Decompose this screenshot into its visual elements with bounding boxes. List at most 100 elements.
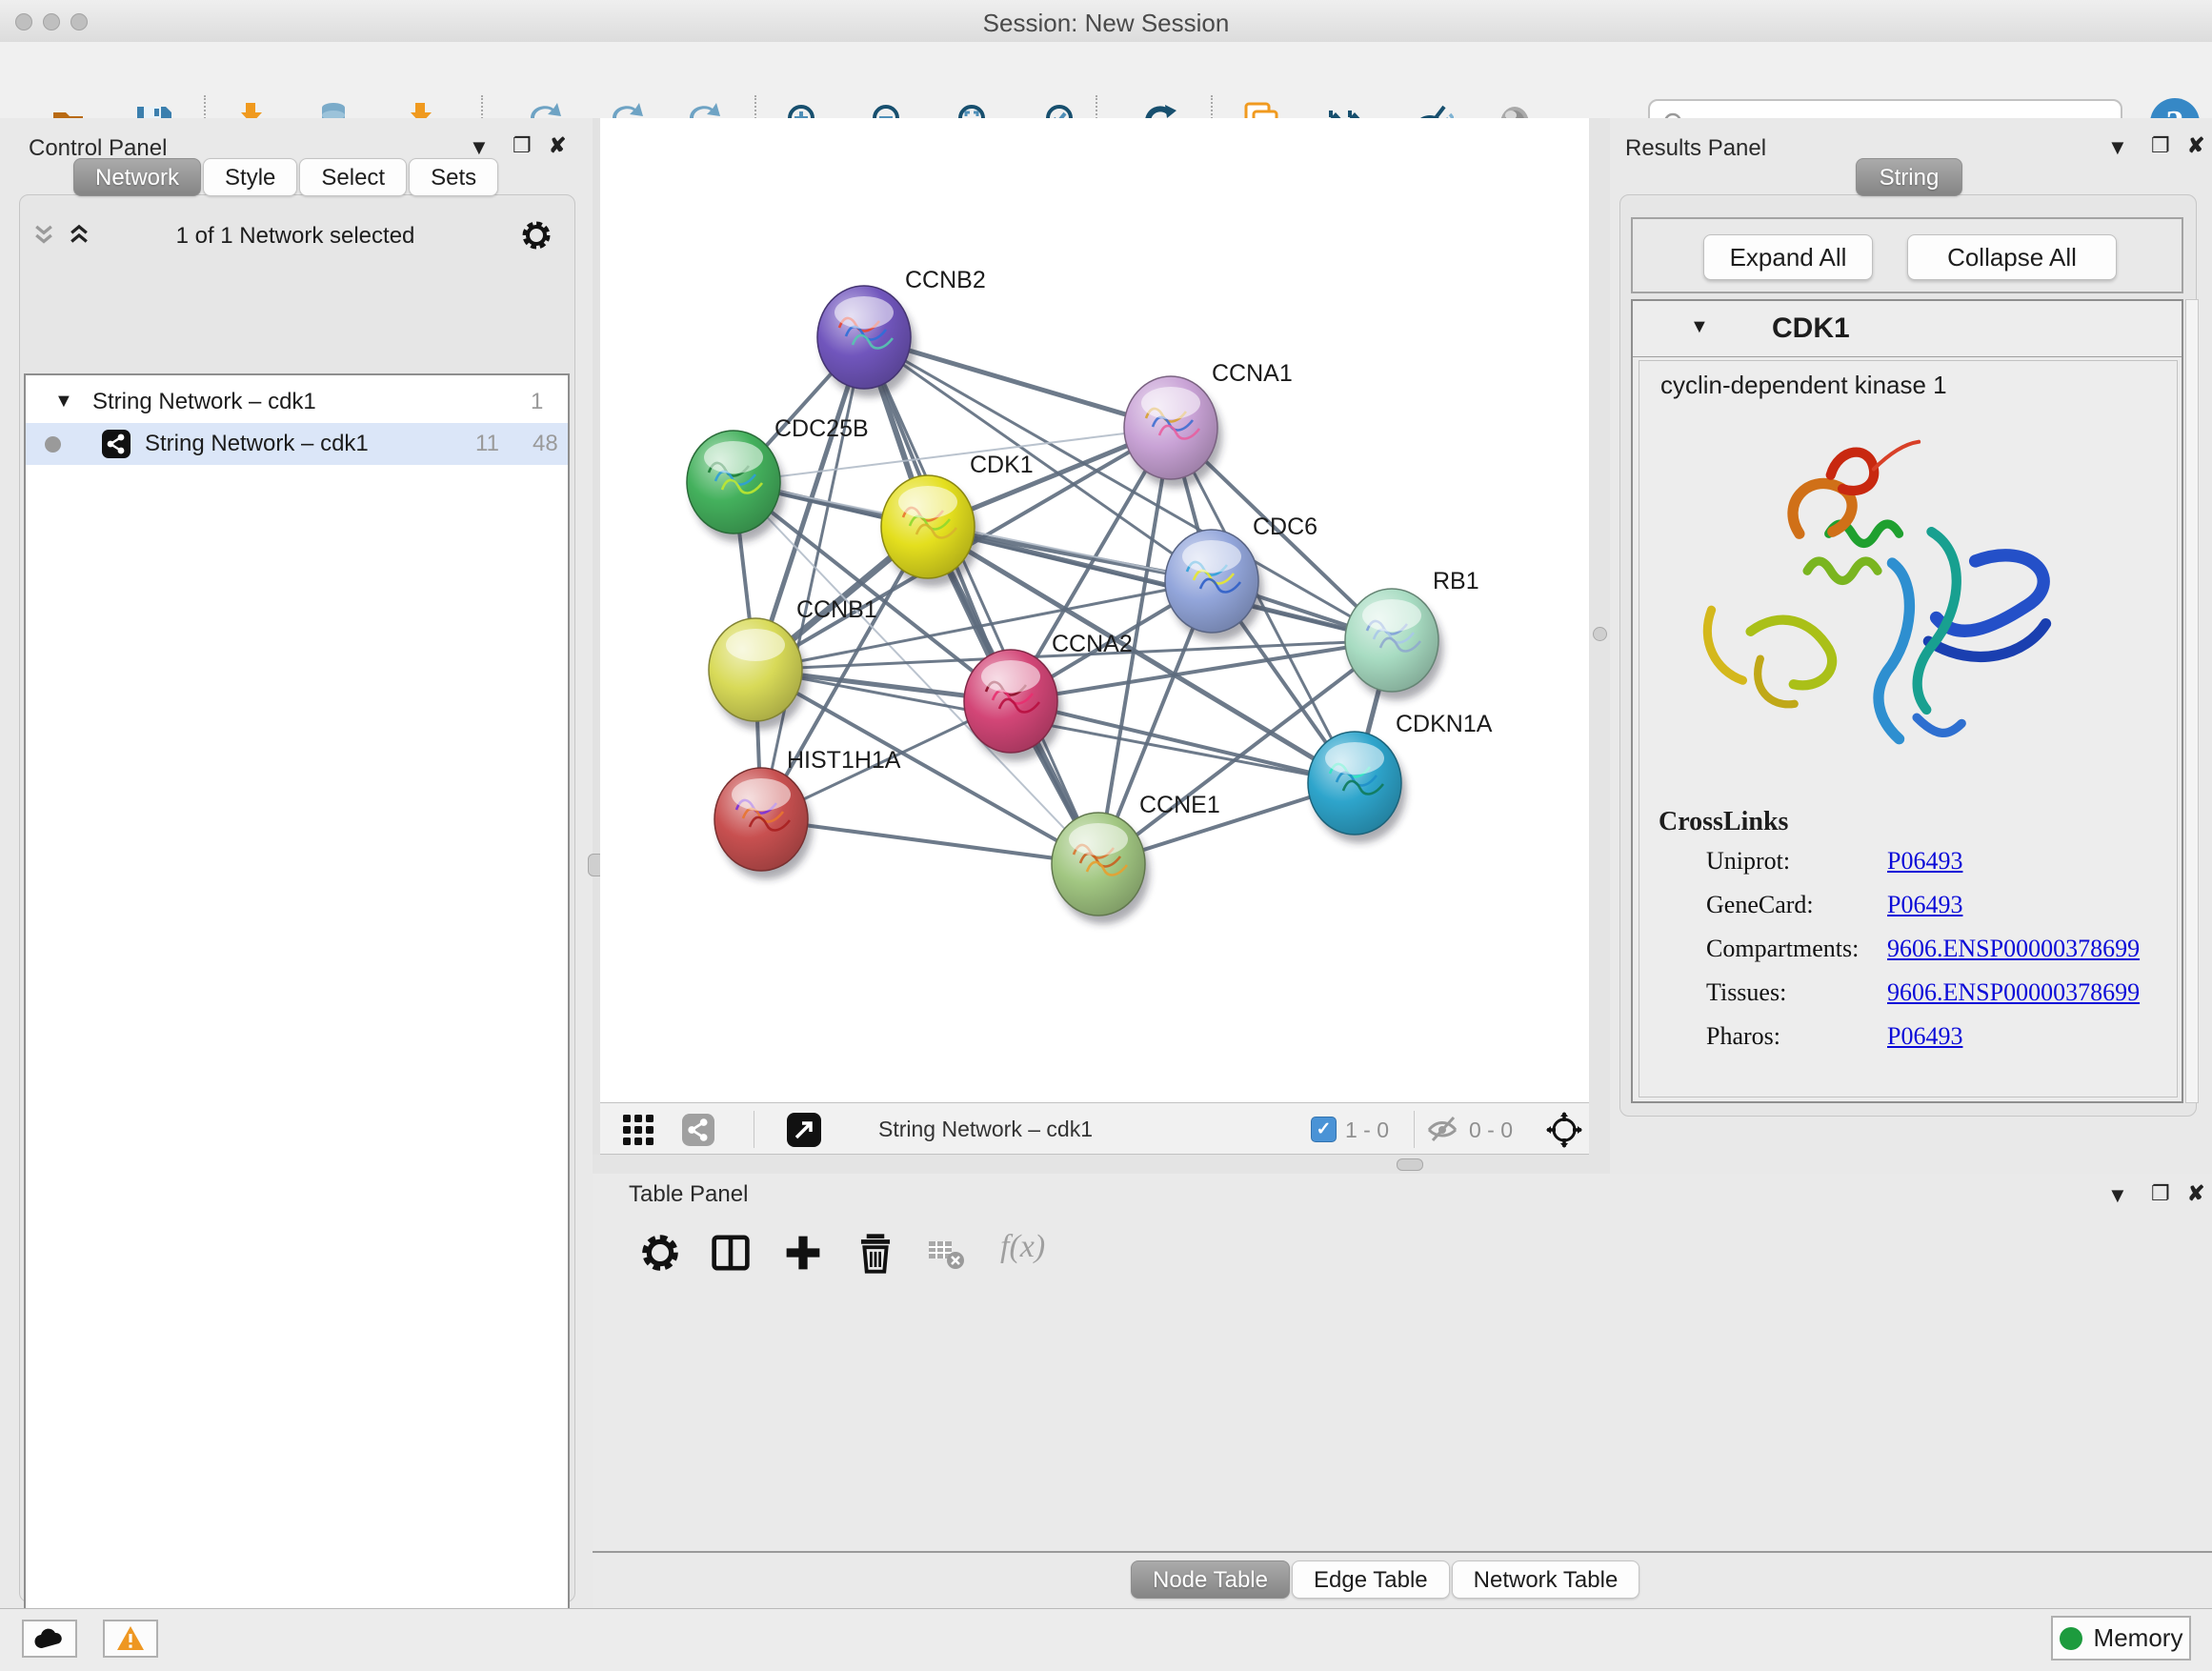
- network-node-ccna1[interactable]: CCNA1: [1124, 360, 1293, 488]
- results-panel: Results Panel ▼ ❐ ✘ String Expand All Co…: [1610, 118, 2212, 1174]
- crosslinks-list: Uniprot:P06493GeneCard: P06493 Compartment…: [1639, 847, 2177, 1066]
- show-columns-icon[interactable]: [710, 1232, 752, 1274]
- warnings-button[interactable]: [103, 1620, 158, 1658]
- hidden-eye-icon[interactable]: [1425, 1115, 1459, 1143]
- main-toolbar: ?: [0, 42, 2212, 119]
- node-label: CDC25B: [774, 415, 869, 442]
- tab-network-table[interactable]: Network Table: [1452, 1560, 1640, 1599]
- tab-network[interactable]: Network: [73, 158, 201, 196]
- warning-icon: [116, 1625, 145, 1652]
- tab-select[interactable]: Select: [299, 158, 407, 196]
- node-label: CCNA1: [1212, 360, 1293, 387]
- network-row[interactable]: String Network – cdk1 11 48: [26, 423, 568, 465]
- float-panel-icon[interactable]: ▼: [2107, 1185, 2128, 1206]
- tab-edge-table[interactable]: Edge Table: [1292, 1560, 1450, 1599]
- network-view-title: String Network – cdk1: [878, 1117, 1093, 1142]
- right-splitter[interactable]: [1589, 118, 1610, 1174]
- add-column-icon[interactable]: [782, 1232, 824, 1274]
- network-view-toolbar: String Network – cdk1 ✓ 1 - 0 0 - 0: [600, 1102, 1589, 1155]
- title-bar: Session: New Session: [0, 0, 2212, 43]
- crosslink-link[interactable]: 9606.ENSP00000378699: [1887, 935, 2140, 963]
- maximize-panel-icon[interactable]: ❐: [513, 135, 532, 156]
- node-label: CDK1: [970, 452, 1034, 478]
- network-selection-status: 1 of 1 Network selected: [105, 223, 486, 250]
- network-node-hist1h1a[interactable]: HIST1H1A: [714, 747, 901, 879]
- delete-column-icon[interactable]: [855, 1232, 896, 1274]
- tab-style[interactable]: Style: [203, 158, 297, 196]
- network-canvas[interactable]: CCNB2CCNA1CDC25BCDK1CDC6RB1CCNB1CCNA2CDK…: [600, 118, 1589, 1102]
- selected-count: 1 - 0: [1345, 1117, 1389, 1143]
- float-panel-icon[interactable]: ▼: [469, 137, 490, 158]
- crosslink-link[interactable]: P06493: [1887, 891, 1962, 919]
- selected-checkbox[interactable]: ✓: [1311, 1117, 1337, 1142]
- network-tree: ▼ String Network – cdk1 1 String Network…: [24, 373, 570, 1671]
- network-options-gear-icon[interactable]: [520, 219, 553, 252]
- table-tabs: Node TableEdge TableNetwork Table: [1131, 1560, 1639, 1599]
- table-settings-gear-icon[interactable]: [639, 1232, 681, 1274]
- tabs-divider: [593, 1551, 2212, 1553]
- maximize-panel-icon[interactable]: ❐: [2151, 135, 2170, 156]
- expand-all-button[interactable]: Expand All: [1703, 234, 1873, 280]
- collection-count: 1: [531, 389, 543, 415]
- table-panel: Table Panel ▼ ❐ ✘ f(x) shar: [593, 1174, 2212, 1608]
- network-node-ccnb2[interactable]: CCNB2: [817, 267, 986, 397]
- close-panel-icon[interactable]: ✘: [549, 135, 566, 156]
- network-share-icon[interactable]: [682, 1114, 714, 1146]
- results-scrollbar[interactable]: [2185, 299, 2199, 1103]
- expand-all-icon[interactable]: [67, 223, 91, 248]
- entry-expander-icon[interactable]: ▼: [1690, 316, 1709, 338]
- tab-string[interactable]: String: [1856, 158, 1962, 196]
- memory-button[interactable]: Memory: [2051, 1616, 2191, 1661]
- node-label: HIST1H1A: [787, 747, 901, 774]
- maximize-panel-icon[interactable]: ❐: [2151, 1183, 2170, 1204]
- entry-header[interactable]: ▼ CDK1: [1633, 301, 2182, 357]
- network-node-rb1[interactable]: RB1: [1345, 568, 1479, 700]
- birdseye-toggle-icon[interactable]: [1545, 1111, 1583, 1149]
- network-node-cdc6[interactable]: CDC6: [1165, 513, 1317, 641]
- table-panel-title: Table Panel: [629, 1181, 748, 1208]
- right-splitter-handle[interactable]: [1593, 627, 1607, 641]
- network-edge[interactable]: [864, 337, 1098, 864]
- network-node-ccne1[interactable]: CCNE1: [1052, 792, 1220, 924]
- separator: [1414, 1111, 1415, 1148]
- cloud-button[interactable]: [22, 1620, 77, 1658]
- entry-body: cyclin-dependent kinase 1: [1639, 360, 2178, 1097]
- collapse-all-button[interactable]: Collapse All: [1907, 234, 2117, 280]
- network-node-cdc25b[interactable]: CDC25B: [687, 415, 869, 542]
- delete-table-icon[interactable]: [927, 1237, 965, 1271]
- window-title: Session: New Session: [0, 9, 2212, 38]
- network-node-count: 11: [475, 431, 499, 457]
- network-node-cdkn1a[interactable]: CDKN1A: [1308, 711, 1493, 843]
- crosslink-label: GeneCard:: [1706, 891, 1814, 919]
- tab-node-table[interactable]: Node Table: [1131, 1560, 1290, 1599]
- function-builder-icon[interactable]: f(x): [1000, 1229, 1045, 1265]
- crosslink-link[interactable]: P06493: [1887, 1022, 1962, 1051]
- hidden-count: 0 - 0: [1469, 1117, 1513, 1143]
- results-panel-title: Results Panel: [1625, 135, 1766, 162]
- network-edge-count: 48: [533, 431, 558, 457]
- close-panel-icon[interactable]: ✘: [2187, 1183, 2204, 1204]
- entry-name: CDK1: [1772, 312, 1850, 345]
- application-window: Session: New Session: [0, 0, 2212, 1671]
- close-panel-icon[interactable]: ✘: [2187, 135, 2204, 156]
- collection-expander-icon[interactable]: ▼: [54, 391, 73, 413]
- tab-sets[interactable]: Sets: [409, 158, 498, 196]
- collapse-all-icon[interactable]: [31, 223, 56, 248]
- cloud-icon: [33, 1627, 66, 1650]
- crosslink-label: Compartments:: [1706, 935, 1859, 963]
- crosslink-link[interactable]: 9606.ENSP00000378699: [1887, 978, 2140, 1007]
- crosslink-label: Pharos:: [1706, 1022, 1780, 1051]
- birdseye-grid-icon[interactable]: [622, 1114, 654, 1146]
- horizontal-splitter-handle[interactable]: [1397, 1158, 1423, 1171]
- network-collection-row[interactable]: ▼ String Network – cdk1 1: [26, 383, 568, 423]
- protein-structure-image: [1678, 414, 2078, 786]
- crosslink-row: GeneCard: P06493: [1639, 891, 2177, 935]
- float-panel-icon[interactable]: ▼: [2107, 137, 2128, 158]
- result-entry-card: ▼ CDK1 cyclin-dependent kinase 1: [1631, 299, 2183, 1103]
- crosslink-row: Uniprot:P06493: [1639, 847, 2177, 891]
- expand-collapse-bar: Expand All Collapse All: [1631, 217, 2183, 293]
- crosslinks-title: CrossLinks: [1659, 807, 1788, 837]
- crosslink-link[interactable]: P06493: [1887, 847, 1962, 876]
- node-label: CDKN1A: [1396, 711, 1493, 737]
- open-in-window-icon[interactable]: [787, 1113, 821, 1147]
